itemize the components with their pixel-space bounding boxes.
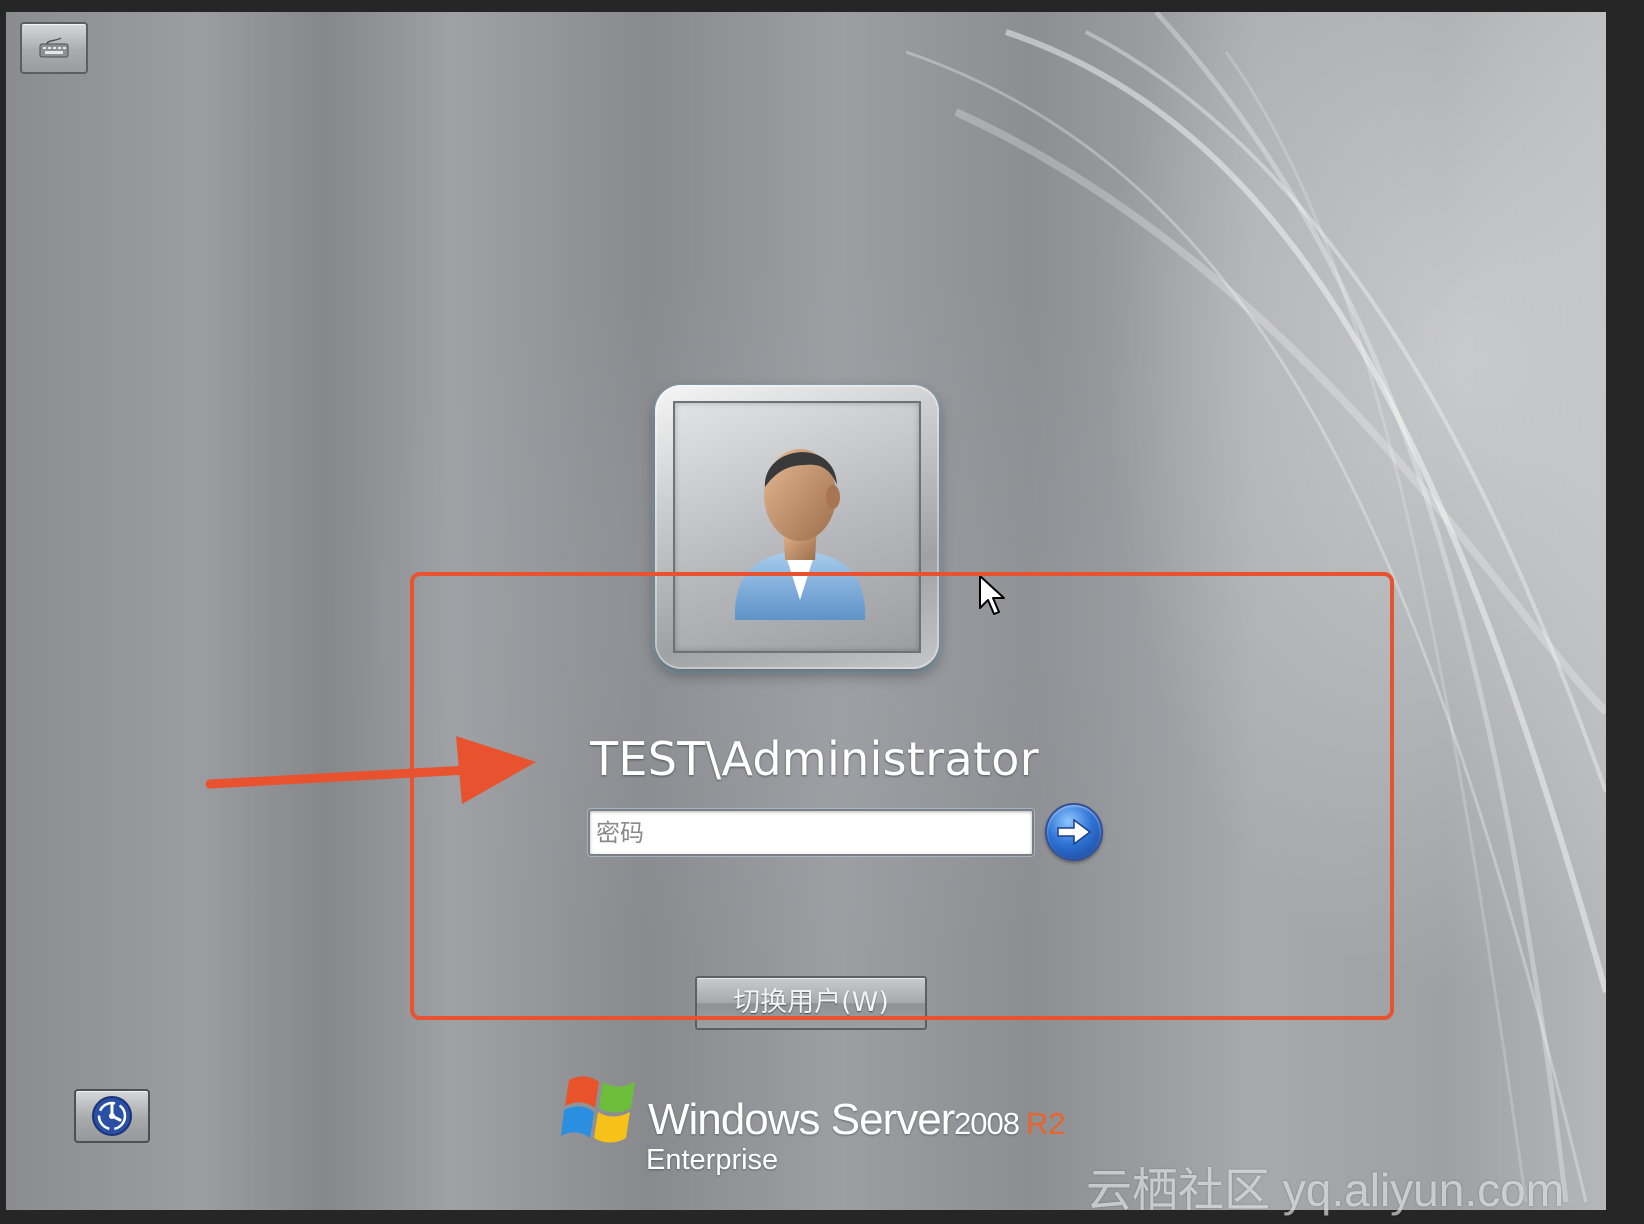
windows-logo-icon bbox=[561, 1076, 635, 1143]
annotation-highlight-box bbox=[410, 572, 1394, 1020]
product-version: 2008 bbox=[954, 1106, 1020, 1141]
product-release: R2 bbox=[1026, 1106, 1066, 1141]
product-edition: Enterprise bbox=[646, 1144, 779, 1176]
ease-of-access-button[interactable] bbox=[74, 1089, 150, 1143]
keyboard-icon bbox=[39, 37, 69, 58]
ease-of-access-keyboard-button[interactable] bbox=[20, 22, 88, 74]
annotation-arrow-icon bbox=[206, 736, 536, 804]
watermark-text: 云栖社区 yq.aliyun.com bbox=[1086, 1164, 1565, 1216]
ease-of-access-icon bbox=[92, 1096, 132, 1136]
